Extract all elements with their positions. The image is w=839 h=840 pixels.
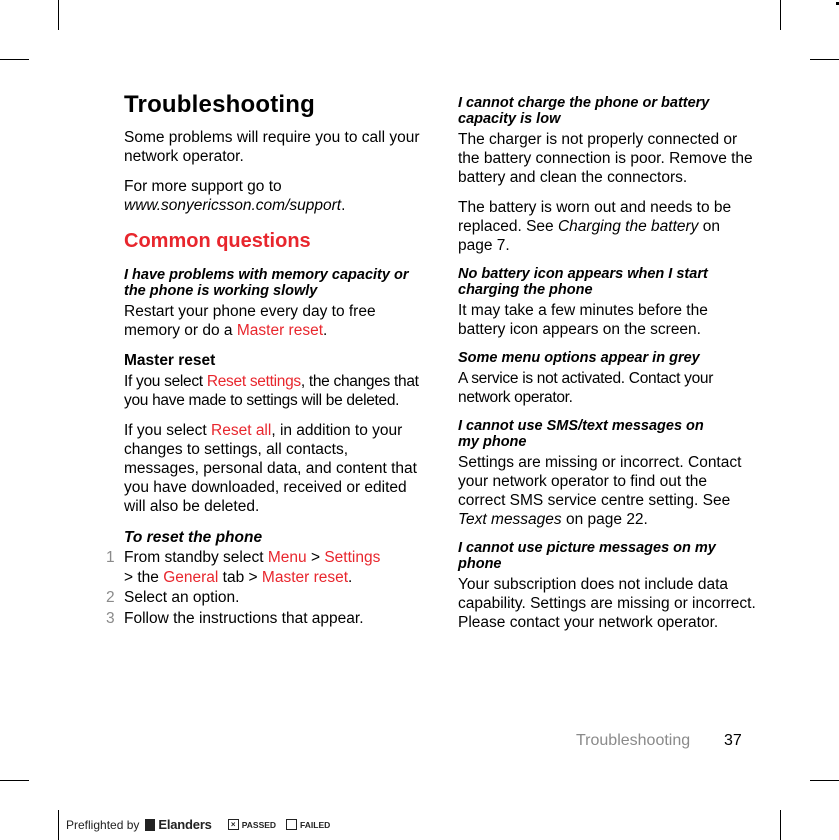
answer-memory: Restart your phone every day to free mem… [124, 302, 424, 340]
answer-picture-messages: Your subscription does not include data … [458, 576, 756, 631]
step-item: 1 From standby select Menu > Settings > … [106, 548, 424, 587]
crop-mark-bottom-left-v [58, 810, 59, 840]
crop-mark-bottom-right-h [810, 780, 839, 781]
failed-label: FAILED [300, 819, 331, 830]
reset-all-paragraph: If you select Reset all, in addition to … [124, 421, 424, 516]
step-text: From standby select [124, 549, 268, 566]
answer-grey-menu: A service is not activated. Contact your… [458, 370, 714, 406]
crop-mark-top-left-v [58, 0, 59, 30]
answer-charging-2: The battery is worn out and needs to be … [458, 198, 758, 255]
answer-text: Settings are missing or incorrect. Conta… [458, 454, 742, 509]
elanders-logo-icon [145, 818, 156, 831]
crop-mark-top-left-h [0, 59, 29, 60]
elanders-brand-text: Elanders [158, 817, 212, 832]
para-text: If you select [124, 422, 212, 439]
settings-link[interactable]: Settings [324, 549, 380, 566]
passed-checkbox: × PASSED [227, 819, 277, 830]
step-number: 2 [106, 589, 115, 606]
preflight-label: Preflighted by [66, 817, 140, 832]
passed-label: PASSED [241, 819, 277, 830]
step-text: Follow the instructions that appear. [124, 609, 364, 627]
charging-battery-reference: Charging the battery [557, 218, 699, 235]
unchecked-box-icon [286, 819, 298, 830]
reset-settings-link[interactable]: Reset settings [207, 373, 301, 390]
text-messages-reference: Text messages [458, 511, 562, 528]
answer-text: on page 22. [561, 511, 648, 528]
crop-mark-top-right-h [810, 59, 839, 60]
procedure-steps: 1 From standby select Menu > Settings > … [106, 548, 424, 629]
question-grey-menu: Some menu options appear in grey [458, 350, 700, 366]
step-item: 2 Select an option. [106, 588, 424, 608]
question-picture-messages: I cannot use picture messages on my phon… [458, 540, 716, 572]
preflight-stamp: Preflighted by Elanders × PASSED FAILED [66, 817, 330, 832]
master-reset-link[interactable]: Master reset [237, 322, 323, 339]
menu-link[interactable]: Menu [268, 549, 307, 566]
right-column: I cannot charge the phone or battery cap… [458, 95, 758, 643]
footer-section-name: Troubleshooting [576, 732, 691, 749]
answer-battery-icon: It may take a few minutes before the bat… [458, 302, 708, 338]
checked-box-icon: × [227, 819, 239, 830]
step-number: 3 [106, 609, 115, 627]
reset-settings-paragraph: If you select Reset settings, the change… [124, 372, 424, 410]
crop-mark-bottom-right-v [780, 810, 781, 840]
master-reset-link[interactable]: Master reset [262, 569, 348, 586]
master-reset-heading: Master reset [124, 352, 216, 369]
step-text: . [348, 568, 353, 586]
procedure-heading: To reset the phone [124, 529, 263, 546]
failed-checkbox: FAILED [286, 819, 330, 830]
intro-paragraph: Some problems will require you to call y… [124, 129, 420, 165]
left-column: Troubleshooting Some problems will requi… [106, 90, 424, 629]
step-text: > the [124, 568, 164, 586]
para-text: If you select [124, 373, 207, 390]
step-number: 1 [106, 549, 115, 566]
general-link[interactable]: General [163, 569, 218, 586]
step-text: Select an option. [124, 589, 240, 606]
crop-mark-top-right-v [780, 0, 781, 30]
crop-mark-bottom-left-h [0, 780, 29, 781]
reset-all-link[interactable]: Reset all [211, 422, 271, 439]
page-title: Troubleshooting [124, 91, 315, 118]
support-paragraph: For more support go to www.sonyericsson.… [124, 177, 424, 215]
step-text: tab > [218, 568, 262, 586]
support-text: For more support go to [124, 178, 282, 195]
section-heading: Common questions [124, 230, 311, 252]
step-text: > [306, 549, 325, 566]
question-sms: I cannot use SMS/text messages on my pho… [458, 418, 704, 450]
page-number: 37 [724, 732, 742, 749]
support-url-link[interactable]: www.sonyericsson.com/support [124, 197, 341, 214]
support-suffix: . [341, 197, 346, 214]
question-battery-icon: No battery icon appears when I start cha… [458, 266, 708, 298]
answer-charging-1: The charger is not properly connected or… [458, 131, 753, 186]
answer-sms: Settings are missing or incorrect. Conta… [458, 453, 758, 529]
elanders-logo: Elanders [145, 817, 212, 832]
question-charging: I cannot charge the phone or battery cap… [458, 95, 710, 127]
answer-suffix: . [323, 322, 328, 339]
step-item: 3 Follow the instructions that appear. [106, 609, 424, 629]
question-memory: I have problems with memory capacity or … [124, 267, 409, 299]
